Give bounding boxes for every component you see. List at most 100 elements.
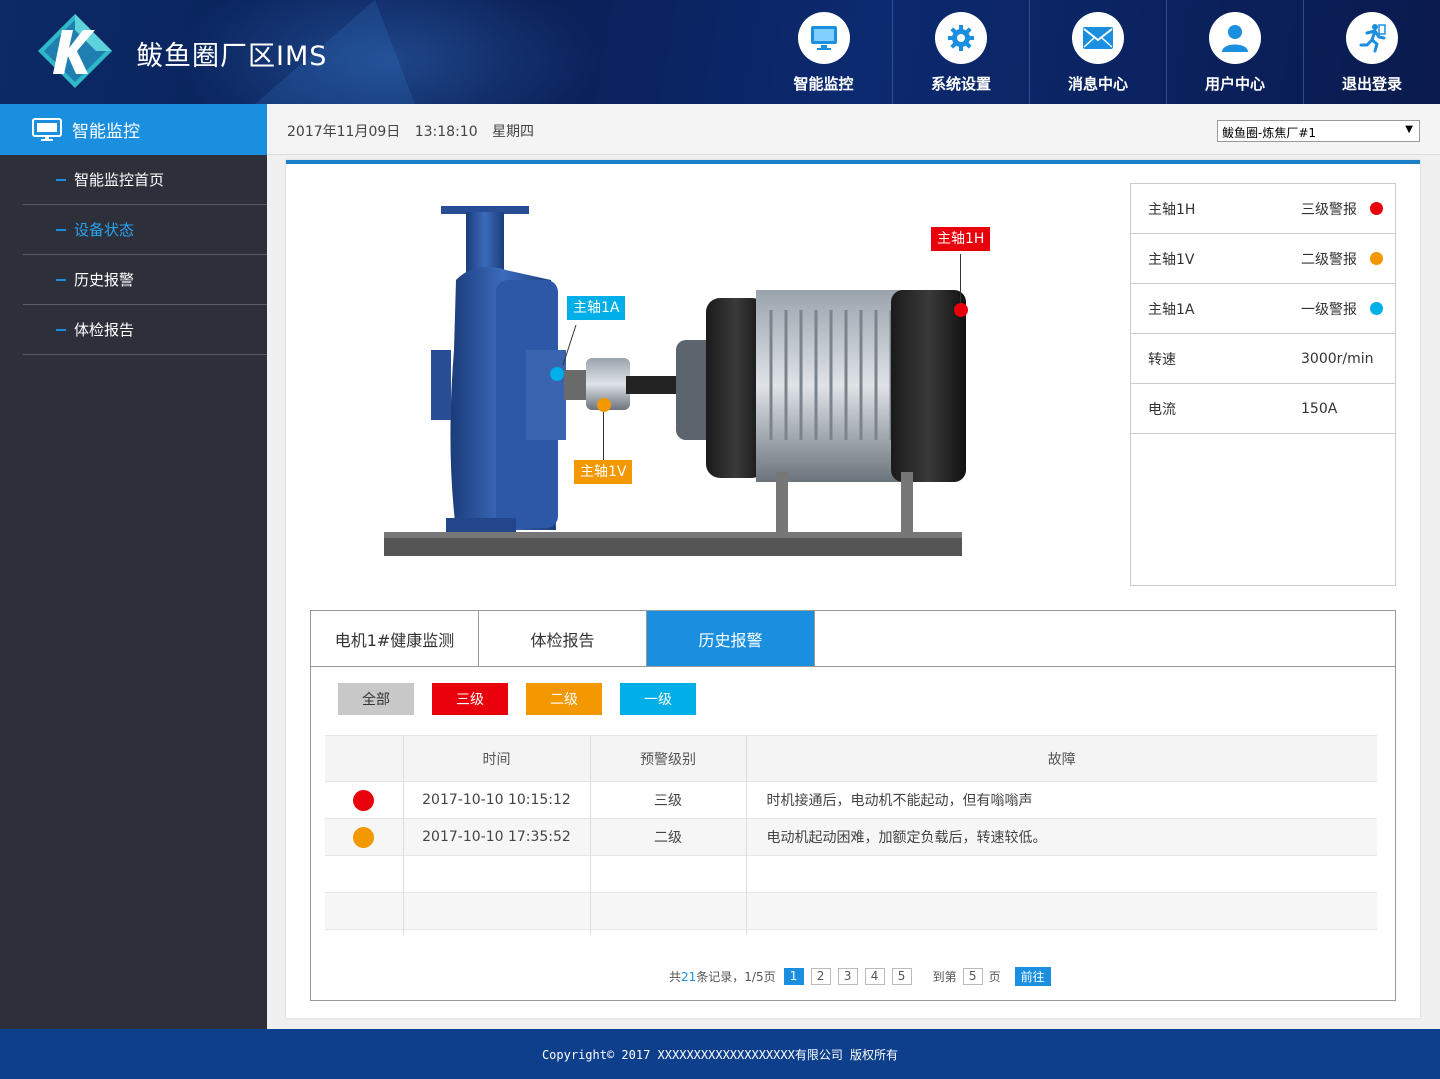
goto-page-input[interactable]: 5 [962, 968, 983, 985]
pager-summary: 条记录，1/5页 [696, 970, 776, 984]
gear-icon [935, 12, 987, 64]
level-cell: 三级 [590, 781, 747, 819]
sidebar-item-monitor-home[interactable]: 智能监控首页 [23, 155, 267, 205]
sensor-tag-a[interactable]: 主轴1A [567, 296, 626, 320]
filter-level1-button[interactable]: 一级 [620, 683, 696, 715]
current-weekday: 星期四 [492, 124, 535, 140]
app-header: 鲅鱼圈厂区IMS 智能监控 系统设置 消息中心 用户中心 退出登录 [0, 0, 1440, 104]
main-panel: 主轴1H 主轴1A 主轴1V 主轴1H 三级警报 主轴1V 二级警报 主轴1A … [286, 160, 1420, 1018]
status-name: 主轴1V [1148, 251, 1195, 268]
page-unit: 页 [988, 970, 1001, 984]
nav-label: 智能监控 [793, 75, 854, 93]
user-icon [1209, 12, 1261, 64]
col-header-fault: 故障 [746, 735, 1377, 782]
sidebar-item-label: 设备状态 [74, 221, 135, 239]
current-time: 13:18:10 [414, 124, 478, 140]
level-filters: 全部 三级 二级 一级 [338, 683, 714, 715]
sensor-leader-h [960, 254, 961, 306]
sidebar-title: 智能监控 [72, 122, 140, 142]
sensor-status-panel: 主轴1H 三级警报 主轴1V 二级警报 主轴1A 一级警报 转速 3000r/m… [1130, 183, 1396, 586]
mail-icon [1072, 12, 1124, 64]
current-datetime: 2017年11月09日 13:18:10 星期四 [287, 121, 544, 141]
filter-level3-button[interactable]: 三级 [432, 683, 508, 715]
pagination: 共 21 条记录，1/5页 1 2 3 4 5 到第 5 页 前往 [669, 967, 1051, 986]
tab-health-monitor[interactable]: 电机1#健康监测 [311, 611, 479, 666]
status-row: 主轴1V 二级警报 [1131, 234, 1395, 284]
nav-label: 系统设置 [930, 75, 991, 93]
pager-prefix: 共 [669, 970, 682, 984]
tab-history-alarm[interactable]: 历史报警 [647, 611, 815, 666]
monitor-icon [32, 117, 62, 141]
col-header-indicator [325, 735, 404, 782]
sidebar-item-label: 智能监控首页 [74, 171, 165, 189]
goto-label: 到第 [932, 970, 957, 984]
filter-level2-button[interactable]: 二级 [526, 683, 602, 715]
col-header-time: 时间 [403, 735, 591, 782]
sensor-dot-v[interactable] [597, 398, 611, 412]
alarm-dot-icon [353, 789, 375, 811]
running-man-icon [1346, 12, 1398, 64]
nav-logout[interactable]: 退出登录 [1303, 0, 1440, 104]
time-cell: 2017-10-10 17:35:52 [403, 818, 591, 856]
fault-cell: 电动机起动困难，加额定负载后，转速较低。 [746, 818, 1377, 856]
sensor-tag-h[interactable]: 主轴1H [931, 227, 991, 251]
page-button[interactable]: 2 [810, 968, 831, 985]
status-value: 150A [1301, 400, 1338, 417]
info-bar: 2017年11月09日 13:18:10 星期四 鲅鱼圈-炼焦厂#1 ▼ [267, 104, 1440, 155]
filter-all-button[interactable]: 全部 [338, 683, 414, 715]
alarm-dot-icon [1370, 252, 1383, 265]
brand-title: 鲅鱼圈厂区IMS [136, 41, 328, 72]
top-nav: 智能监控 系统设置 消息中心 用户中心 退出登录 [755, 0, 1440, 104]
tab-checkup-report[interactable]: 体检报告 [479, 611, 647, 666]
level-cell: 二级 [590, 818, 747, 856]
sensor-dot-h[interactable] [954, 303, 968, 317]
monitor-icon [797, 12, 850, 64]
sensor-leader-v [603, 410, 604, 460]
level-indicator-cell [325, 781, 404, 819]
dash-icon [56, 328, 66, 331]
tab-panel: 电机1#健康监测 体检报告 历史报警 全部 三级 二级 一级 时间 预警级别 故… [310, 610, 1396, 1001]
sensor-dot-a[interactable] [550, 367, 564, 381]
col-header-level: 预警级别 [590, 735, 747, 782]
page-button[interactable]: 4 [864, 968, 885, 985]
dash-icon [56, 178, 66, 181]
status-row: 电流 150A [1131, 384, 1395, 434]
status-value: 3000r/min [1301, 350, 1374, 367]
pager-total: 21 [681, 969, 697, 984]
goto-button[interactable]: 前往 [1014, 967, 1051, 986]
nav-smart-monitor[interactable]: 智能监控 [755, 0, 892, 104]
nav-message-center[interactable]: 消息中心 [1029, 0, 1166, 104]
sidebar-item-label: 历史报警 [74, 271, 135, 289]
nav-user-center[interactable]: 用户中心 [1166, 0, 1303, 104]
status-name: 电流 [1148, 401, 1176, 418]
page-button[interactable]: 3 [837, 968, 858, 985]
sidebar-item-device-status[interactable]: 设备状态 [23, 205, 267, 255]
sidebar-item-history-alarm[interactable]: 历史报警 [23, 255, 267, 305]
nav-system-settings[interactable]: 系统设置 [892, 0, 1029, 104]
sidebar-header[interactable]: 智能监控 [0, 104, 267, 155]
table-row[interactable]: 2017-10-10 17:35:52 二级 电动机起动困难，加额定负载后，转速… [325, 818, 1377, 856]
table-row[interactable]: 2017-10-10 10:15:12 三级 时机接通后，电动机不能起动，但有嗡… [325, 781, 1377, 819]
dropdown-arrow-icon: ▼ [1405, 124, 1413, 135]
plant-select-value: 鲅鱼圈-炼焦厂#1 [1222, 126, 1317, 140]
sidebar: 智能监控 智能监控首页 设备状态 历史报警 体检报告 [0, 104, 267, 1029]
table-row-empty [325, 892, 1377, 930]
status-level: 二级警报 [1301, 251, 1357, 268]
brand-logo-icon[interactable] [36, 12, 114, 90]
table-header-row: 时间 预警级别 故障 [325, 735, 1377, 782]
sidebar-item-label: 体检报告 [74, 321, 135, 339]
sidebar-menu: 智能监控首页 设备状态 历史报警 体检报告 [23, 155, 267, 355]
alarm-table: 时间 预警级别 故障 2017-10-10 10:15:12 三级 时机接通后，… [325, 735, 1377, 935]
table-row-empty [325, 855, 1377, 893]
status-name: 主轴1H [1148, 201, 1196, 218]
page-button[interactable]: 1 [783, 968, 804, 985]
level-indicator-cell [325, 818, 404, 856]
plant-select[interactable]: 鲅鱼圈-炼焦厂#1 ▼ [1217, 120, 1420, 142]
status-row: 主轴1A 一级警报 [1131, 284, 1395, 334]
status-row: 主轴1H 三级警报 [1131, 184, 1395, 234]
page-button[interactable]: 5 [891, 968, 912, 985]
sidebar-item-checkup-report[interactable]: 体检报告 [23, 305, 267, 355]
sensor-tag-v[interactable]: 主轴1V [574, 460, 633, 484]
status-level: 一级警报 [1301, 301, 1357, 318]
pump-motor-illustration [384, 206, 966, 556]
